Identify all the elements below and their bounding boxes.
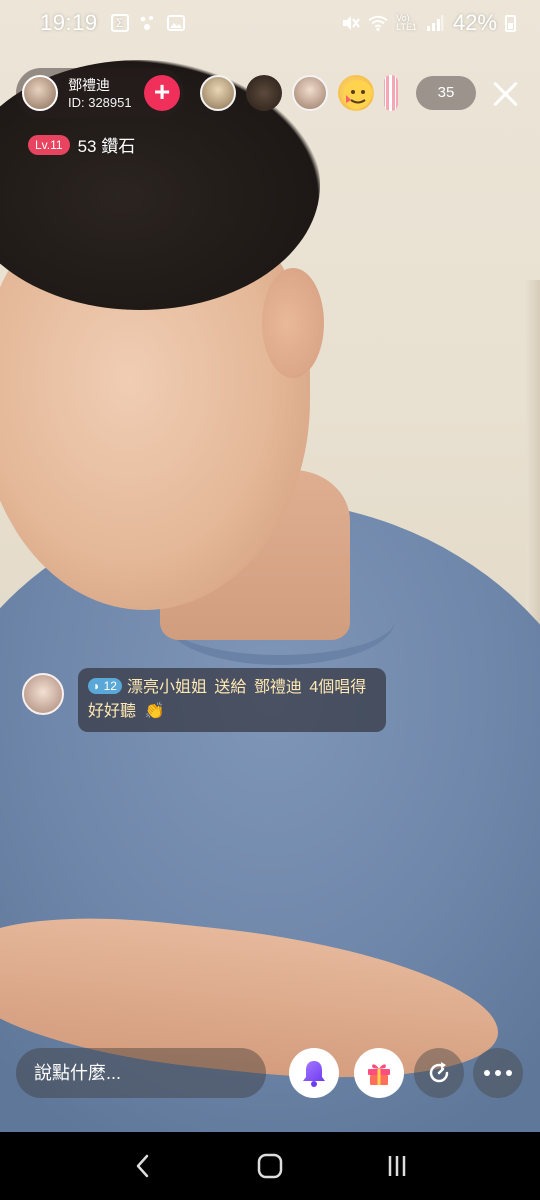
live-video bbox=[0, 0, 540, 1132]
viewer-avatar[interactable] bbox=[338, 75, 374, 111]
sigma-app-icon: Σ bbox=[110, 13, 130, 33]
status-notification-icons: Σ bbox=[110, 13, 186, 33]
wifi-icon bbox=[368, 13, 388, 33]
system-navigation-bar bbox=[0, 1132, 540, 1200]
battery-icon bbox=[505, 14, 516, 32]
bell-button[interactable] bbox=[289, 1048, 339, 1098]
viewer-avatar[interactable] bbox=[246, 75, 282, 111]
host-info[interactable]: 鄧禮迪 ID: 328951 + bbox=[16, 68, 184, 118]
gallery-icon bbox=[166, 13, 186, 33]
viewer-avatar-list bbox=[200, 75, 398, 111]
recents-icon bbox=[388, 1156, 405, 1176]
bell-icon bbox=[303, 1061, 325, 1087]
more-button[interactable] bbox=[473, 1048, 523, 1098]
user-level-number: 12 bbox=[103, 679, 117, 693]
home-icon bbox=[257, 1153, 283, 1179]
emoji-face-icon bbox=[343, 80, 372, 109]
gift-target-name: 鄧禮迪 bbox=[253, 679, 302, 696]
back-chevron-icon bbox=[137, 1154, 149, 1178]
rotate-icon bbox=[429, 1062, 449, 1083]
diamond-count: 53 鑽石 bbox=[77, 137, 136, 156]
gift-button[interactable] bbox=[354, 1048, 404, 1098]
gift-sender-avatar[interactable] bbox=[22, 673, 64, 715]
rotate-button[interactable] bbox=[414, 1048, 464, 1098]
more-dots-icon bbox=[484, 1070, 512, 1076]
gift-verb: 送給 bbox=[214, 679, 247, 696]
follow-button[interactable]: + bbox=[144, 75, 180, 111]
streamer-ear bbox=[262, 268, 324, 378]
mute-icon bbox=[340, 13, 360, 33]
host-stats[interactable]: Lv.11 53 鑽石 bbox=[28, 132, 135, 157]
recents-button[interactable] bbox=[377, 1146, 417, 1186]
chat-input[interactable]: 說點什麼... bbox=[16, 1048, 266, 1098]
gift-message: ◗ 12 漂亮小姐姐 送給 鄧禮迪 4個唱得好好聽 👏 bbox=[78, 668, 386, 732]
host-id: ID: 328951 bbox=[68, 94, 132, 110]
clap-icon: 👏 bbox=[144, 703, 165, 720]
home-button[interactable] bbox=[250, 1146, 290, 1186]
viewer-avatar[interactable] bbox=[384, 75, 398, 111]
signal-icon bbox=[425, 13, 445, 33]
user-level-badge: ◗ 12 bbox=[88, 678, 122, 694]
gift-icon bbox=[368, 1064, 390, 1085]
back-button[interactable] bbox=[123, 1146, 163, 1186]
gift-sender-name: 漂亮小姐姐 bbox=[126, 679, 207, 696]
viewer-avatar[interactable] bbox=[200, 75, 236, 111]
level-badge: Lv.11 bbox=[28, 134, 70, 155]
host-avatar[interactable] bbox=[22, 75, 58, 111]
dots-app-icon bbox=[138, 13, 158, 33]
host-name: 鄧禮迪 bbox=[68, 76, 110, 93]
battery-percent: 42% bbox=[452, 10, 497, 35]
lte-label-bottom: LTE1 bbox=[396, 22, 417, 32]
status-system-icons: Vo) LTE1 42% bbox=[340, 10, 516, 36]
status-time: 19:19 bbox=[40, 10, 98, 35]
lte-indicator: Vo) LTE1 bbox=[396, 14, 417, 32]
status-bar: 19:19 Σ Vo) LTE1 42% bbox=[0, 0, 540, 46]
viewer-count[interactable]: 35 bbox=[416, 76, 476, 110]
viewer-avatar[interactable] bbox=[292, 75, 328, 111]
close-icon[interactable] bbox=[490, 78, 522, 110]
